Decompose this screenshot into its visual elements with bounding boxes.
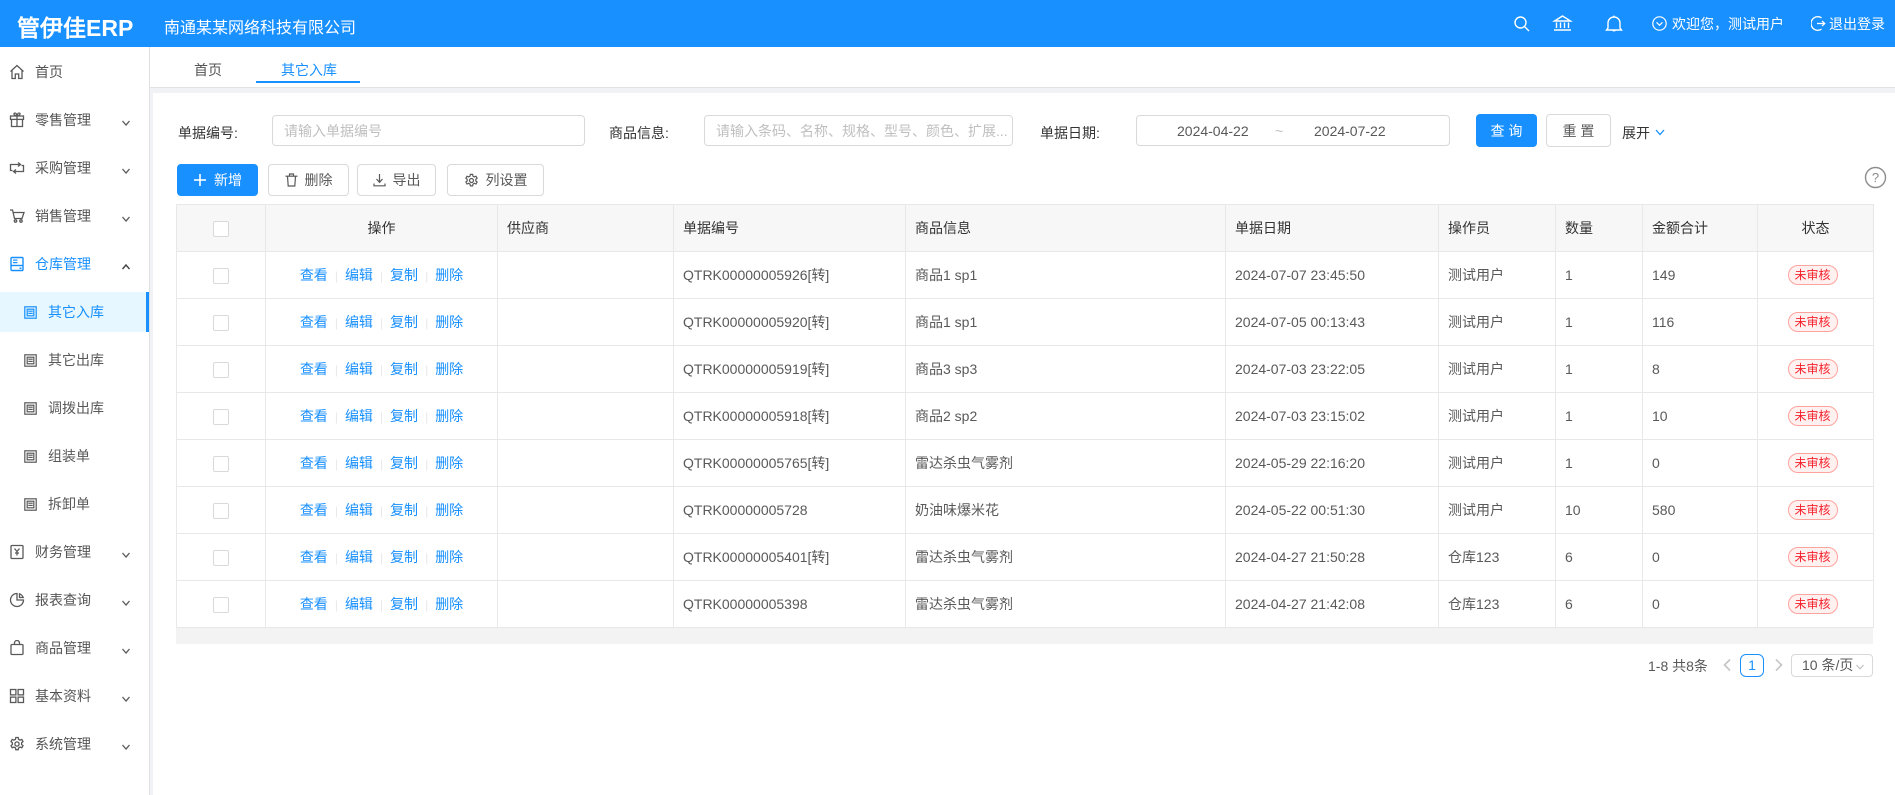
svg-text:?: ? bbox=[1872, 170, 1879, 185]
